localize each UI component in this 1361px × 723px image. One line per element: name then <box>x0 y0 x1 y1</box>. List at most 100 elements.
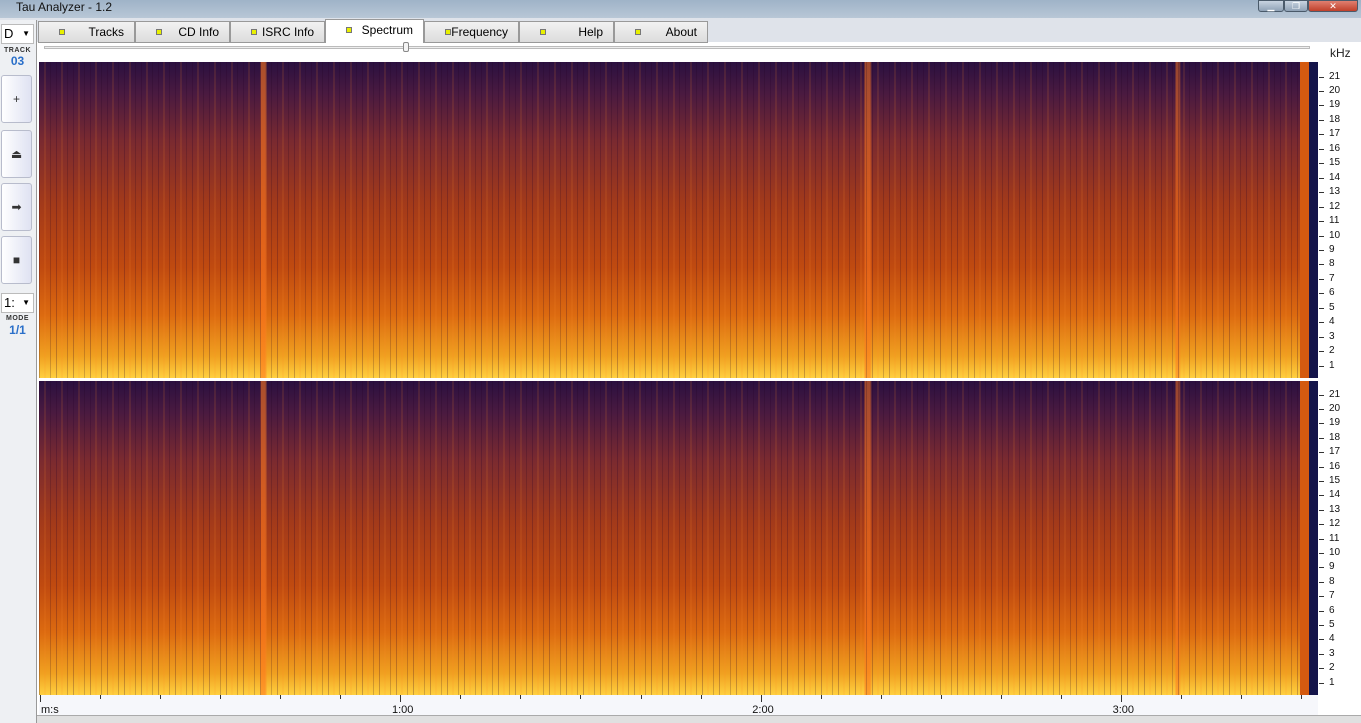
tab-about[interactable]: About <box>614 21 708 43</box>
frequency-tick <box>1319 581 1324 583</box>
frequency-tick-label: 11 <box>1329 532 1340 544</box>
stop-icon: ■ <box>12 253 21 267</box>
slider-thumb[interactable] <box>403 42 409 52</box>
frequency-tick <box>1319 235 1324 237</box>
frequency-tick <box>1319 639 1324 641</box>
frequency-tick <box>1319 221 1324 223</box>
time-tick <box>340 695 342 699</box>
frequency-tick-label: 21 <box>1329 388 1341 400</box>
tab-label: Tracks <box>88 25 124 39</box>
tab-label: CD Info <box>178 25 219 39</box>
time-tick-label: 2:00 <box>752 704 774 716</box>
tab-frequency[interactable]: Frequency <box>424 21 519 43</box>
frequency-tick-label: 19 <box>1329 99 1341 111</box>
play-button[interactable]: ➡ <box>1 183 32 231</box>
tab-isrc-info[interactable]: ISRC Info <box>230 21 325 43</box>
tab-tracks[interactable]: Tracks <box>38 21 135 43</box>
frequency-tick-label: 8 <box>1329 575 1335 587</box>
eject-button[interactable]: ⏏ <box>1 130 32 178</box>
frequency-tick-label: 9 <box>1329 243 1335 255</box>
frequency-tick-label: 6 <box>1329 287 1335 299</box>
frequency-tick-label: 7 <box>1329 590 1335 602</box>
frequency-tick-label: 16 <box>1329 460 1341 472</box>
spectrogram-channel-left <box>39 62 1318 378</box>
frequency-tick <box>1319 466 1324 468</box>
time-tick <box>1000 695 1002 699</box>
time-tick <box>880 695 882 699</box>
frequency-tick <box>1319 524 1324 526</box>
time-tick <box>760 695 762 702</box>
time-tick-label: 3:00 <box>1112 704 1135 716</box>
tab-label: Frequency <box>451 25 508 39</box>
title-bar: Tau Analyzer - 1.2 ▁ ❐ ✕ <box>0 0 1361 18</box>
time-tick <box>700 695 702 699</box>
mode-select-value: 1: <box>4 295 15 310</box>
frequency-tick <box>1319 495 1324 497</box>
chevron-down-icon: ▼ <box>22 298 30 307</box>
time-tick <box>460 695 462 699</box>
frequency-tick <box>1319 192 1324 194</box>
frequency-tick <box>1319 307 1324 309</box>
frequency-tick-label: 14 <box>1329 489 1341 501</box>
frequency-tick-label: 7 <box>1329 272 1335 284</box>
arrow-right-icon: ➡ <box>11 200 22 214</box>
frequency-tick <box>1319 76 1324 78</box>
frequency-tick <box>1319 394 1324 396</box>
zoom-in-button[interactable]: + <box>1 75 32 123</box>
frequency-tick <box>1319 365 1324 367</box>
tab-label: ISRC Info <box>261 25 314 39</box>
frequency-tick <box>1319 625 1324 626</box>
frequency-tick <box>1319 423 1324 425</box>
frequency-tick-label: 21 <box>1329 70 1341 82</box>
position-slider[interactable] <box>44 46 1310 49</box>
frequency-tick <box>1319 481 1324 482</box>
time-tick <box>640 695 642 699</box>
tab-spectrum[interactable]: Spectrum <box>325 19 424 43</box>
time-tick <box>820 695 822 699</box>
indicator-icon <box>346 27 352 33</box>
tab-label: About <box>665 25 697 39</box>
frequency-tick-label: 20 <box>1329 85 1341 96</box>
frequency-tick-label: 5 <box>1329 619 1335 630</box>
indicator-icon <box>540 29 546 35</box>
frequency-tick-label: 13 <box>1329 503 1341 515</box>
indicator-icon <box>635 29 641 35</box>
frequency-tick-label: 15 <box>1329 475 1341 486</box>
restore-button[interactable]: ❐ <box>1284 0 1308 12</box>
drive-select[interactable]: D ▼ <box>1 24 34 44</box>
indicator-icon <box>156 29 162 35</box>
tab-help[interactable]: Help <box>519 21 614 43</box>
frequency-tick <box>1319 509 1324 511</box>
close-button[interactable]: ✕ <box>1308 0 1358 12</box>
mode-label: MODE <box>6 315 29 322</box>
frequency-tick <box>1319 336 1324 338</box>
time-tick <box>100 695 102 699</box>
frequency-tick-label: 12 <box>1329 518 1341 530</box>
frequency-tick <box>1319 264 1324 266</box>
frequency-unit: kHz <box>1330 46 1351 60</box>
mode-select[interactable]: 1: ▼ <box>1 293 34 313</box>
frequency-tick <box>1319 596 1324 598</box>
indicator-icon <box>251 29 257 35</box>
tab-label: Spectrum <box>361 23 413 37</box>
tab-cd-info[interactable]: CD Info <box>135 21 230 43</box>
frequency-tick-label: 14 <box>1329 171 1341 183</box>
minimize-button[interactable]: ▁ <box>1258 0 1284 12</box>
time-tick <box>580 695 582 699</box>
frequency-tick-label: 2 <box>1329 345 1335 357</box>
time-tick <box>1060 695 1062 699</box>
indicator-icon <box>59 29 65 35</box>
stop-button[interactable]: ■ <box>1 236 32 284</box>
track-value: 03 <box>10 54 25 68</box>
time-tick <box>40 695 41 702</box>
frequency-tick-label: 10 <box>1329 547 1341 558</box>
frequency-tick-label: 10 <box>1329 229 1341 241</box>
frequency-tick <box>1319 668 1324 670</box>
frequency-tick <box>1319 682 1324 684</box>
frequency-tick-label: 4 <box>1329 316 1335 328</box>
frequency-tick <box>1319 119 1324 121</box>
frequency-tick <box>1319 177 1324 179</box>
frequency-tick-label: 18 <box>1329 431 1341 443</box>
frequency-tick <box>1319 163 1324 165</box>
frequency-tick <box>1319 134 1324 136</box>
